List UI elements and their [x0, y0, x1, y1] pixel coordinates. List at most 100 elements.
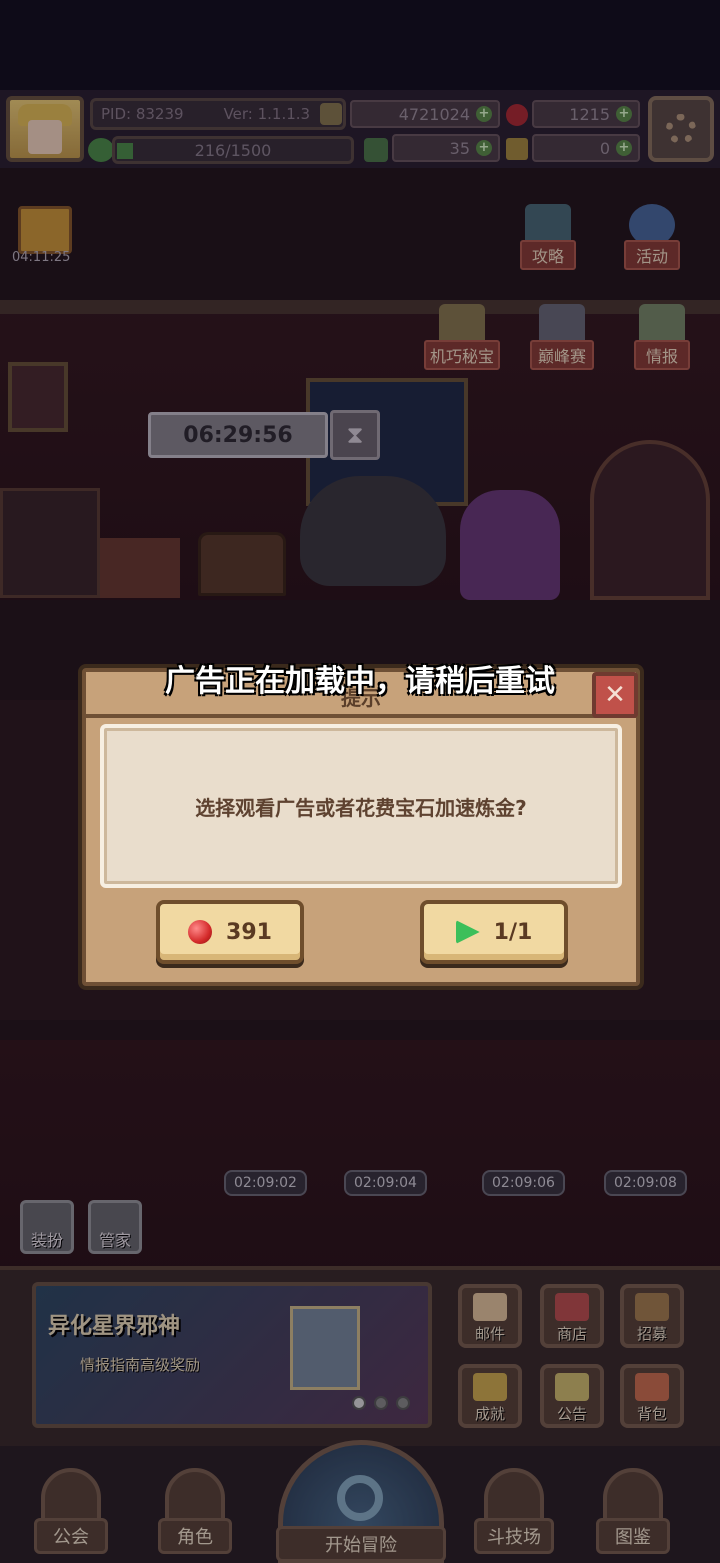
room-timer-4: 02:09:08 [604, 1170, 687, 1196]
room-timer-3: 02:09:06 [482, 1170, 565, 1196]
page-dot-2[interactable] [374, 1396, 388, 1410]
settings-button[interactable] [648, 96, 714, 162]
nav-codex[interactable]: 图鉴 [596, 1468, 670, 1554]
event-title: 异化星界邪神 [48, 1314, 181, 1339]
intel-label: 情报 [634, 340, 691, 370]
wall-portrait [8, 362, 68, 432]
dress-button[interactable]: 装扮 [20, 1200, 74, 1254]
gold-add-icon[interactable]: + [476, 106, 492, 122]
gem-speedup-button[interactable]: 391 [156, 900, 304, 964]
pid-panel: PID: 83239 Ver: 1.1.1.3 [90, 98, 346, 130]
key-display: 0 + [532, 134, 640, 162]
bookshelf [0, 488, 100, 598]
clover-value: 35 [449, 138, 470, 158]
alchemy-timer: 06:29:56 [148, 412, 328, 458]
gold-display: 4721024 + [350, 100, 500, 128]
gift-box-icon[interactable] [18, 206, 72, 254]
peak-match-button[interactable]: 巅峰赛 [530, 304, 595, 370]
clover-add-icon[interactable]: + [476, 140, 492, 156]
exp-bar: 216/1500 [112, 136, 354, 164]
mail-label: 邮件 [474, 1325, 505, 1343]
clover-icon [364, 138, 388, 162]
gem-icon [506, 104, 528, 126]
mail-button[interactable]: 邮件 [458, 1284, 522, 1348]
room-timer-2: 02:09:04 [344, 1170, 427, 1196]
gem-add-icon[interactable]: + [616, 106, 632, 122]
ad-count: 1/1 [493, 919, 533, 945]
version-text: Ver: 1.1.1.3 [223, 105, 311, 123]
intel-button[interactable]: 情报 [634, 304, 691, 370]
gear-icon [666, 114, 696, 144]
recruit-button[interactable]: 招募 [620, 1284, 684, 1348]
shop-button[interactable]: 商店 [540, 1284, 604, 1348]
backpack-label: 背包 [636, 1405, 667, 1423]
coin-icon [320, 103, 342, 125]
avatar-face [28, 120, 62, 154]
book-icon [603, 1468, 663, 1524]
notice-label: 公告 [556, 1405, 587, 1423]
speedup-button[interactable]: ⧗ [330, 410, 380, 460]
swords-icon [484, 1468, 544, 1524]
key-icon [506, 138, 528, 160]
guide-button[interactable]: 攻略 [520, 204, 577, 270]
dress-label: 装扮 [30, 1231, 63, 1250]
nav-character-label: 角色 [158, 1518, 232, 1554]
gem-display: 1215 + [532, 100, 640, 128]
guide-label: 攻略 [520, 240, 577, 270]
backpack-icon [635, 1373, 669, 1401]
dialog-body: 选择观看广告或者花费宝石加速炼金? [100, 724, 622, 888]
treasure-chest[interactable] [198, 532, 286, 596]
red-box [100, 538, 180, 598]
page-dot-1[interactable] [352, 1396, 366, 1410]
event-character-card [290, 1306, 360, 1390]
secret-treasure-button[interactable]: 机巧秘宝 [424, 304, 501, 370]
nav-guild[interactable]: 公会 [34, 1468, 108, 1554]
exp-value: 216/1500 [194, 140, 272, 160]
guild-icon [41, 1468, 101, 1524]
page-dot-3[interactable] [396, 1396, 410, 1410]
gift-timer: 04:11:25 [12, 250, 71, 265]
event-subtitle: 情报指南高级奖励 [80, 1356, 201, 1374]
secret-treasure-label: 机巧秘宝 [424, 340, 501, 370]
banner-pagination[interactable] [352, 1396, 410, 1410]
witch-character[interactable] [460, 490, 560, 600]
start-adventure-label: 开始冒险 [276, 1526, 446, 1562]
butler-label: 管家 [98, 1231, 131, 1250]
cauldron[interactable] [300, 476, 446, 586]
pid-text: PID: 83239 [101, 105, 184, 123]
red-gem-icon [188, 920, 213, 944]
exp-bar-fill [117, 143, 133, 159]
activity-button[interactable]: 活动 [624, 204, 681, 270]
gem-value: 1215 [569, 104, 610, 124]
key-add-icon[interactable]: + [616, 140, 632, 156]
character-icon [165, 1468, 225, 1524]
energy-icon [88, 138, 114, 162]
gold-value: 4721024 [398, 104, 470, 124]
nav-arena[interactable]: 斗技场 [474, 1468, 554, 1554]
butler-button[interactable]: 管家 [88, 1200, 142, 1254]
room-timer-1: 02:09:02 [224, 1170, 307, 1196]
arched-door[interactable] [590, 440, 710, 600]
notice-button[interactable]: 公告 [540, 1364, 604, 1428]
nav-guild-label: 公会 [34, 1518, 108, 1554]
achievement-button[interactable]: 成就 [458, 1364, 522, 1428]
activity-label: 活动 [624, 240, 681, 270]
backpack-button[interactable]: 背包 [620, 1364, 684, 1428]
key-value: 0 [599, 138, 610, 158]
ceiling-beam [0, 300, 720, 314]
chest-icon [635, 1293, 669, 1321]
megaphone-icon [555, 1373, 589, 1401]
play-ad-icon [455, 920, 480, 944]
floor-divider-2 [0, 1020, 720, 1040]
achievement-label: 成就 [474, 1405, 505, 1423]
dialog-message: 选择观看广告或者花费宝石加速炼金? [195, 795, 527, 820]
recruit-label: 招募 [636, 1325, 667, 1343]
nav-arena-label: 斗技场 [474, 1518, 554, 1554]
player-avatar[interactable] [6, 96, 84, 162]
shop-icon [555, 1293, 589, 1321]
trophy-icon [473, 1373, 507, 1401]
nav-character[interactable]: 角色 [158, 1468, 232, 1554]
magnifier-icon [337, 1475, 383, 1521]
speedup-dialog: 提示 ✕ 选择观看广告或者花费宝石加速炼金? 391 1/1 [82, 668, 640, 986]
watch-ad-button[interactable]: 1/1 [420, 900, 568, 964]
